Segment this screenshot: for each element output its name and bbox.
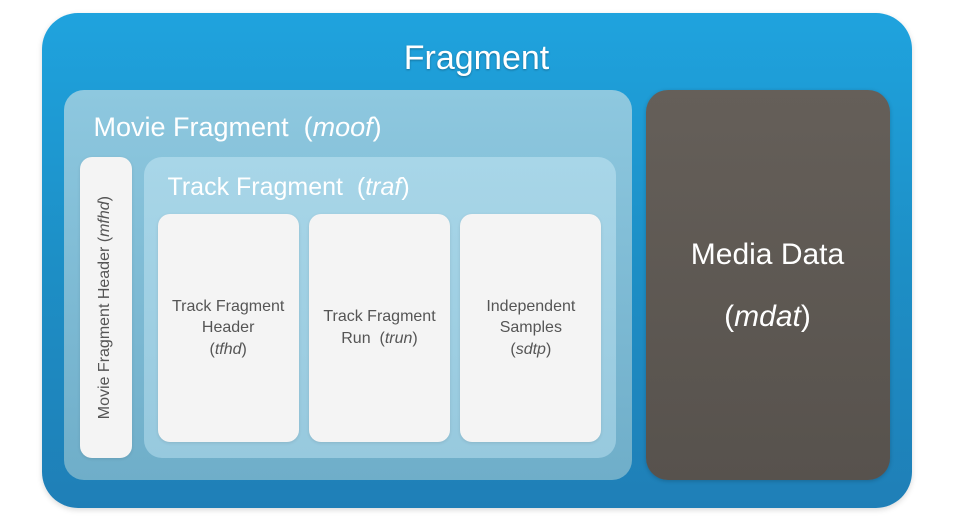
- tfhd-label: Track Fragment Header: [172, 298, 284, 337]
- sdtp-box: Independent Samples (sdtp): [460, 214, 601, 442]
- mdat-box: Media Data (mdat): [646, 90, 890, 480]
- sdtp-label: Independent Samples: [486, 298, 575, 337]
- fragment-container: Fragment Movie Fragment (moof) Movie Fra…: [42, 13, 912, 508]
- trun-label: Track Fragment Run: [323, 308, 435, 347]
- trun-code: trun: [385, 330, 413, 347]
- mdat-label: Media Data: [691, 236, 844, 274]
- mdat-code-wrap: (mdat): [724, 300, 811, 334]
- traf-label: Track Fragment: [168, 173, 344, 201]
- traf-code: traf: [365, 173, 401, 201]
- traf-body: Track Fragment Header (tfhd) Track Fragm…: [158, 214, 602, 442]
- mfhd-box: Movie Fragment Header (mfhd): [80, 157, 132, 458]
- traf-box: Track Fragment (traf) Track Fragment Hea…: [144, 157, 616, 458]
- mdat-code: mdat: [734, 300, 801, 333]
- moof-label: Movie Fragment: [94, 112, 289, 142]
- fragment-body: Movie Fragment (moof) Movie Fragment Hea…: [64, 90, 890, 480]
- trun-box: Track Fragment Run (trun): [309, 214, 450, 442]
- tfhd-box: Track Fragment Header (tfhd): [158, 214, 299, 442]
- fragment-title: Fragment: [64, 39, 890, 78]
- mfhd-label: Movie Fragment Header: [96, 247, 113, 420]
- moof-title: Movie Fragment (moof): [94, 112, 616, 143]
- moof-body: Movie Fragment Header (mfhd) Track Fragm…: [80, 157, 616, 458]
- traf-title: Track Fragment (traf): [168, 173, 602, 202]
- sdtp-code: sdtp: [516, 341, 546, 358]
- moof-box: Movie Fragment (moof) Movie Fragment Hea…: [64, 90, 632, 480]
- mfhd-code: mfhd: [96, 201, 113, 237]
- moof-code: moof: [313, 112, 373, 142]
- tfhd-code: tfhd: [215, 341, 242, 358]
